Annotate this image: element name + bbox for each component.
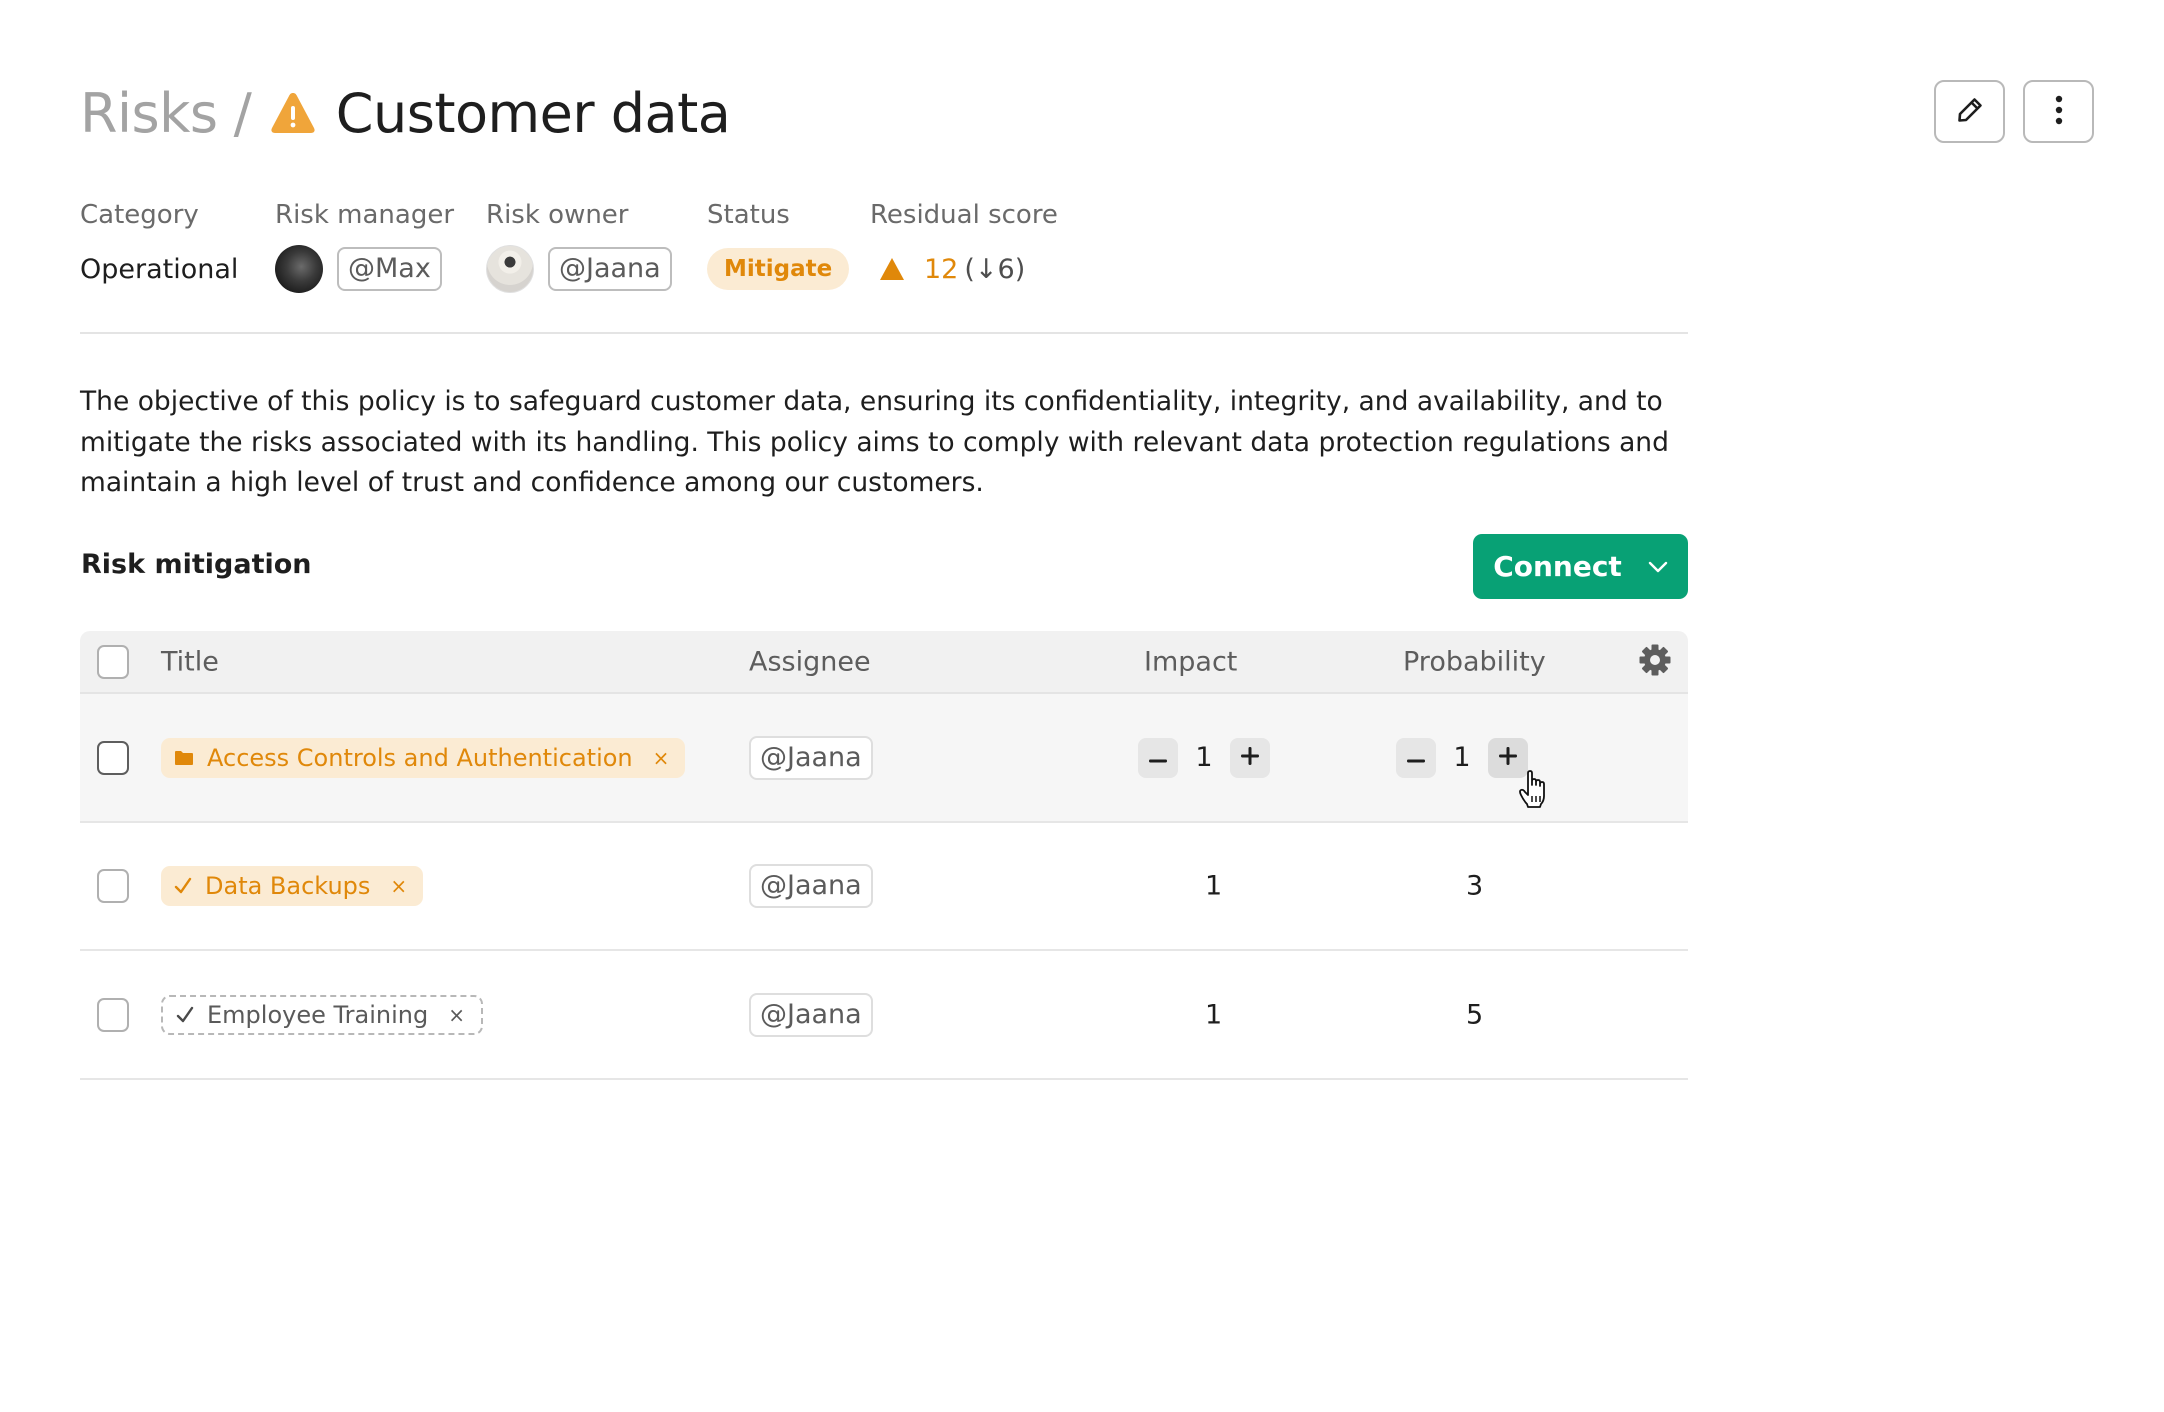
table-settings-button[interactable] bbox=[1638, 643, 1672, 681]
section-divider bbox=[80, 332, 1688, 334]
title-cell: Access Controls and Authentication × bbox=[161, 737, 686, 778]
assignee-mention[interactable]: @Jaana bbox=[749, 992, 873, 1037]
column-header-impact[interactable]: Impact bbox=[1144, 646, 1237, 677]
avatar-jaana bbox=[486, 245, 534, 293]
row-checkbox[interactable] bbox=[97, 997, 129, 1032]
assignee-mention[interactable]: @Jaana bbox=[749, 735, 873, 780]
breadcrumb-parent-link[interactable]: Risks bbox=[80, 82, 218, 145]
table-row: Data Backups × @Jaana 1 3 bbox=[80, 823, 1688, 951]
impact-increment-button[interactable] bbox=[1230, 737, 1270, 778]
category-label: Category bbox=[80, 200, 199, 230]
status-label: Status bbox=[707, 200, 790, 230]
table-row: Employee Training × @Jaana 1 5 bbox=[80, 951, 1688, 1080]
status-field: Mitigate bbox=[707, 244, 870, 294]
table-row: Access Controls and Authentication × @Ja… bbox=[80, 694, 1688, 823]
row-checkbox[interactable] bbox=[97, 740, 129, 775]
warning-triangle-icon bbox=[270, 90, 316, 136]
pencil-icon bbox=[1955, 95, 1985, 129]
header-actions bbox=[1934, 80, 2094, 143]
check-icon bbox=[176, 1006, 194, 1024]
assignee-mention[interactable]: @Jaana bbox=[749, 864, 873, 908]
avatar-max bbox=[275, 245, 323, 293]
gear-icon bbox=[1638, 643, 1672, 681]
page-header: Risks / Customer data bbox=[80, 78, 731, 148]
probability-value: 1 bbox=[1453, 742, 1471, 773]
impact-decrement-button[interactable] bbox=[1138, 737, 1178, 778]
risk-manager-mention[interactable]: @Max bbox=[337, 247, 442, 291]
edit-button[interactable] bbox=[1934, 80, 2005, 143]
check-icon bbox=[174, 877, 192, 895]
residual-score-value: 12 bbox=[924, 253, 959, 285]
column-header-title[interactable]: Title bbox=[161, 646, 219, 677]
table-header: Title Assignee Impact Probability bbox=[80, 631, 1688, 694]
header-checkbox-cell bbox=[97, 644, 129, 679]
folder-icon bbox=[174, 750, 194, 766]
row-checkbox[interactable] bbox=[97, 869, 129, 903]
risk-meta: Category Operational Risk manager @Max R… bbox=[80, 196, 1058, 294]
more-options-button[interactable] bbox=[2023, 80, 2094, 143]
control-tag[interactable]: Access Controls and Authentication × bbox=[161, 737, 686, 778]
score-triangle-icon bbox=[880, 258, 904, 280]
probability-value[interactable]: 5 bbox=[1466, 999, 1483, 1030]
plus-icon bbox=[1241, 746, 1259, 769]
assignee-cell: @Jaana bbox=[749, 864, 873, 908]
risk-manager-field: @Max bbox=[275, 244, 486, 294]
title-cell: Data Backups × bbox=[161, 866, 424, 906]
connect-dropdown-button[interactable]: Connect bbox=[1473, 534, 1688, 599]
probability-value[interactable]: 3 bbox=[1466, 871, 1483, 902]
chevron-down-icon bbox=[1648, 561, 1668, 573]
meta-risk-owner: Risk owner @Jaana bbox=[486, 196, 707, 294]
impact-value[interactable]: 1 bbox=[1205, 871, 1222, 902]
minus-icon bbox=[1407, 748, 1425, 767]
risk-owner-label: Risk owner bbox=[486, 200, 629, 230]
probability-increment-button[interactable] bbox=[1488, 737, 1528, 778]
assignee-cell: @Jaana bbox=[749, 735, 873, 780]
impact-stepper: 1 bbox=[1138, 737, 1270, 778]
meta-risk-manager: Risk manager @Max bbox=[275, 196, 486, 294]
column-header-assignee[interactable]: Assignee bbox=[749, 646, 871, 677]
control-tag[interactable]: Employee Training × bbox=[161, 994, 483, 1035]
assignee-cell: @Jaana bbox=[749, 992, 873, 1037]
control-title: Employee Training bbox=[207, 1000, 429, 1029]
probability-stepper-controls: 1 bbox=[1396, 737, 1528, 778]
title-cell: Employee Training × bbox=[161, 994, 483, 1035]
control-title: Data Backups bbox=[205, 872, 371, 900]
status-badge[interactable]: Mitigate bbox=[707, 248, 850, 290]
risk-description: The objective of this policy is to safeg… bbox=[80, 386, 1669, 498]
row-checkbox-cell bbox=[97, 740, 129, 775]
column-header-probability[interactable]: Probability bbox=[1403, 646, 1546, 677]
risk-mitigation-heading: Risk mitigation bbox=[81, 549, 312, 580]
mitigation-table: Title Assignee Impact Probability Access… bbox=[80, 631, 1688, 1080]
meta-category: Category Operational bbox=[80, 196, 275, 294]
risk-owner-mention[interactable]: @Jaana bbox=[548, 247, 672, 291]
probability-decrement-button[interactable] bbox=[1396, 737, 1436, 778]
more-vertical-icon bbox=[2054, 94, 2064, 130]
probability-stepper: 1 bbox=[1396, 737, 1528, 778]
impact-stepper-controls: 1 bbox=[1138, 737, 1270, 778]
impact-value: 1 bbox=[1195, 742, 1213, 773]
control-tag[interactable]: Data Backups × bbox=[161, 866, 424, 906]
minus-icon bbox=[1149, 748, 1167, 767]
row-checkbox-cell bbox=[97, 997, 129, 1032]
remove-control-icon[interactable]: × bbox=[653, 746, 670, 770]
select-all-checkbox[interactable] bbox=[97, 644, 129, 679]
risk-manager-label: Risk manager bbox=[275, 200, 455, 230]
page-title: Customer data bbox=[335, 81, 731, 145]
meta-status: Status Mitigate bbox=[707, 196, 870, 294]
impact-value[interactable]: 1 bbox=[1205, 999, 1222, 1030]
risk-owner-field: @Jaana bbox=[486, 244, 707, 294]
control-title: Access Controls and Authentication bbox=[207, 743, 633, 772]
meta-residual-score: Residual score 12 (↓6) bbox=[870, 196, 1058, 294]
row-checkbox-cell bbox=[97, 869, 129, 903]
residual-score-label: Residual score bbox=[870, 200, 1058, 230]
residual-score-field: 12 (↓6) bbox=[870, 244, 1058, 294]
breadcrumb-separator: / bbox=[233, 81, 252, 145]
residual-score-delta: (↓6) bbox=[964, 253, 1026, 285]
plus-icon bbox=[1499, 746, 1517, 769]
remove-control-icon[interactable]: × bbox=[448, 1003, 465, 1027]
category-value: Operational bbox=[80, 253, 239, 285]
remove-control-icon[interactable]: × bbox=[390, 874, 407, 898]
connect-label: Connect bbox=[1493, 550, 1622, 583]
